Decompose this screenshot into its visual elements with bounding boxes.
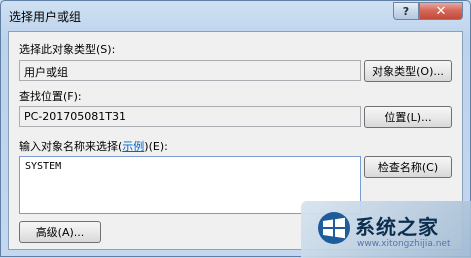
watermark-text: 系统之家 [355, 215, 439, 239]
title-bar[interactable]: 选择用户或组 ? ✕ [1, 1, 470, 29]
close-button[interactable]: ✕ [419, 2, 463, 20]
windows-logo-icon [318, 212, 350, 244]
watermark-url: www.xitongzhijia.net [357, 239, 451, 249]
select-users-dialog: 选择用户或组 ? ✕ 选择此对象类型(S): 用户或组 对象类型(O)... 查… [0, 0, 471, 258]
watermark: 系统之家 www.xitongzhijia.net [301, 201, 471, 258]
close-icon: ✕ [435, 3, 447, 19]
location-label: 查找位置(F): [19, 90, 82, 103]
object-type-field: 用户或组 [19, 60, 361, 81]
object-names-label-prefix: 输入对象名称来选择( [19, 140, 123, 153]
object-type-label: 选择此对象类型(S): [19, 43, 116, 56]
window-title: 选择用户或组 [9, 10, 82, 24]
examples-link[interactable]: 示例 [122, 140, 144, 153]
advanced-button[interactable]: 高级(A)... [19, 221, 101, 243]
object-types-button[interactable]: 对象类型(O)... [364, 60, 452, 82]
locations-button[interactable]: 位置(L)... [364, 106, 452, 128]
object-names-label: 输入对象名称来选择(示例)(E): [19, 138, 168, 154]
object-names-label-suffix: )(E): [144, 140, 168, 153]
check-names-button[interactable]: 检查名称(C) [364, 156, 452, 178]
help-button[interactable]: ? [393, 2, 419, 20]
location-field: PC-201705081T31 [19, 106, 361, 127]
